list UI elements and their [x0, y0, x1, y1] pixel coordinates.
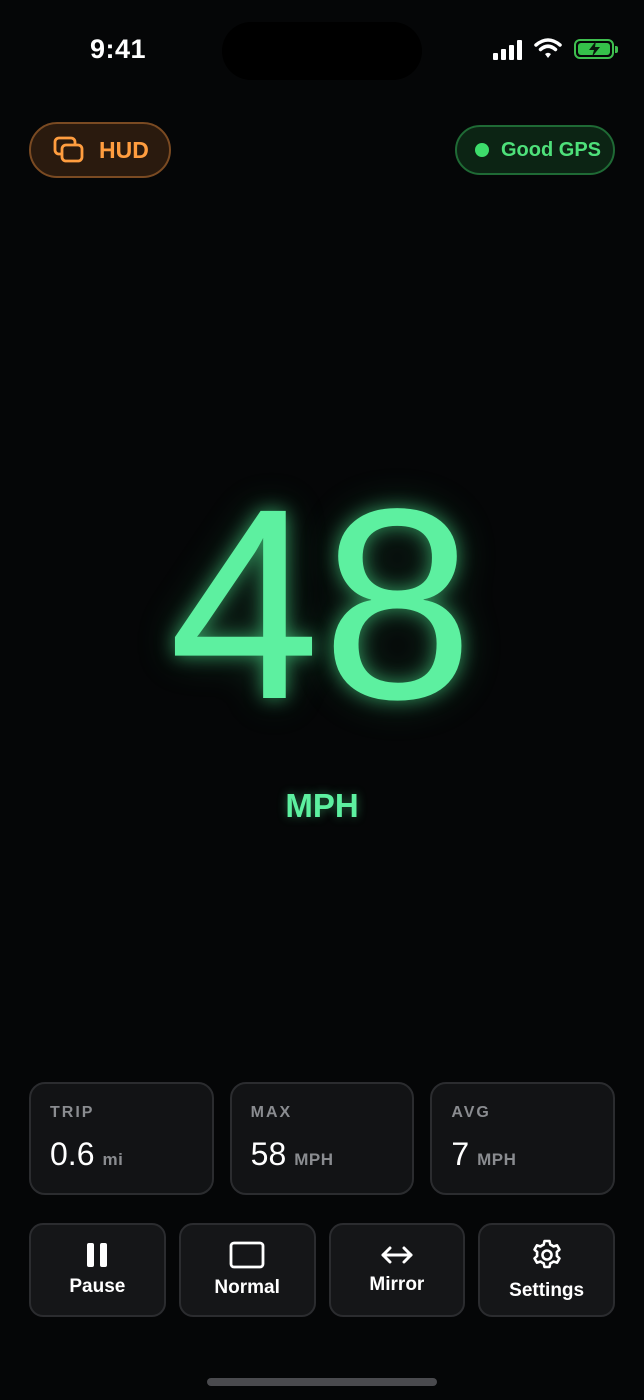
- stat-label: AVG: [451, 1104, 491, 1121]
- stat-unit: MPH: [477, 1150, 517, 1169]
- battery-charging-icon: [574, 39, 618, 59]
- stat-card-trip: TRIP 0.6 mi: [29, 1082, 214, 1195]
- hud-button-label: HUD: [99, 136, 149, 163]
- stat-value: 7: [451, 1136, 470, 1172]
- rectangle-icon: [229, 1241, 265, 1269]
- pause-button[interactable]: Pause: [29, 1223, 166, 1317]
- speed-readout: 48: [168, 452, 476, 756]
- stat-value-row: 7 MPH: [451, 1136, 613, 1173]
- home-indicator[interactable]: [207, 1378, 437, 1386]
- gps-status-dot: [475, 143, 489, 157]
- normal-mode-label: Normal: [214, 1277, 280, 1298]
- mirror-button-label: Mirror: [369, 1274, 425, 1295]
- stat-value: 58: [250, 1136, 287, 1172]
- stat-value-row: 0.6 mi: [50, 1136, 212, 1173]
- dynamic-island: [222, 22, 422, 80]
- status-time: 9:41: [90, 34, 147, 64]
- stat-unit: mi: [102, 1150, 124, 1169]
- hud-layers-icon: [53, 136, 84, 163]
- settings-button-label: Settings: [509, 1280, 585, 1301]
- settings-button[interactable]: Settings: [478, 1223, 615, 1317]
- pause-button-label: Pause: [69, 1276, 126, 1297]
- cellular-signal-icon: [493, 38, 522, 60]
- normal-mode-button[interactable]: Normal: [178, 1223, 316, 1317]
- mirror-arrows-icon: [381, 1246, 413, 1264]
- stat-card-max: MAX 58 MPH: [229, 1082, 415, 1195]
- status-icons: [493, 38, 618, 60]
- wifi-icon: [534, 38, 562, 58]
- gps-status-label: Good GPS: [501, 138, 601, 161]
- stat-label: TRIP: [50, 1104, 95, 1121]
- gps-status-badge: Good GPS: [455, 125, 615, 175]
- hud-button[interactable]: HUD: [29, 122, 171, 178]
- control-bar: Pause Normal Mirror Settings: [29, 1223, 615, 1317]
- stat-card-avg: AVG 7 MPH: [430, 1082, 616, 1195]
- stat-value-row: 58 MPH: [251, 1136, 413, 1173]
- stat-value: 0.6: [50, 1136, 95, 1172]
- trip-stats: TRIP 0.6 mi MAX 58 MPH AVG 7 MPH: [29, 1082, 616, 1195]
- pause-icon: [87, 1243, 108, 1267]
- speed-unit: MPH: [285, 787, 359, 824]
- gear-icon: [532, 1239, 561, 1269]
- stat-unit: MPH: [294, 1150, 334, 1169]
- mirror-button[interactable]: Mirror: [328, 1223, 466, 1317]
- stat-label: MAX: [250, 1104, 293, 1121]
